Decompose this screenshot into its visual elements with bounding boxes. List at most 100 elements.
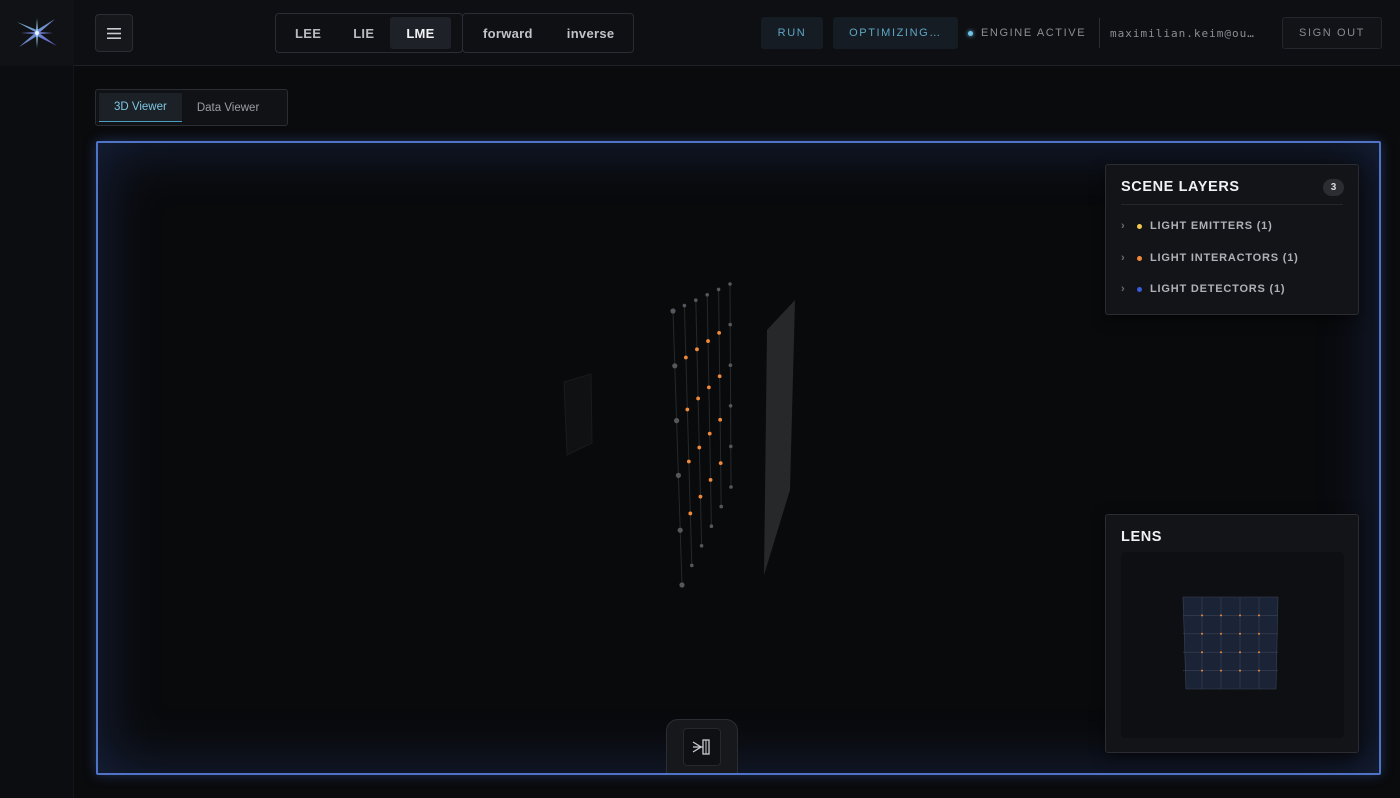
beam-splitter-icon (692, 739, 710, 755)
interactor-point[interactable] (718, 417, 723, 422)
lens-interactor-point (1201, 614, 1203, 617)
grid-anchor-point[interactable] (709, 524, 714, 528)
lens-interactor-point (1220, 614, 1222, 617)
interactor-point[interactable] (706, 339, 710, 343)
interactor-point[interactable] (695, 347, 699, 352)
app-logo[interactable] (0, 0, 74, 66)
grid-line (706, 294, 712, 527)
lens-interactor-point (1239, 651, 1241, 654)
grid-anchor-point[interactable] (672, 363, 678, 369)
interactor-point[interactable] (683, 355, 688, 360)
grid-line (729, 283, 732, 488)
lens-interactor-point (1220, 632, 1222, 635)
header-divider (1099, 18, 1100, 48)
mode-tab-lme[interactable]: LME (390, 17, 451, 49)
direction-tab-forward[interactable]: forward (466, 17, 550, 49)
interactor-point[interactable] (717, 330, 722, 335)
layer-label: LIGHT EMITTERS (1) (1150, 220, 1273, 232)
lens-grid-preview (1182, 596, 1279, 690)
interactor-point[interactable] (707, 431, 712, 436)
lens-interactor-point (1239, 669, 1241, 672)
light-detector-plane[interactable] (764, 300, 795, 575)
lens-title: LENS (1121, 529, 1163, 545)
lens-grid-surface (1182, 596, 1279, 690)
grid-anchor-point[interactable] (677, 527, 683, 533)
lens-interactor-point (1220, 669, 1222, 672)
chevron-right-icon: › (1121, 220, 1126, 232)
left-rail (0, 0, 74, 798)
layer-label: LIGHT DETECTORS (1) (1150, 283, 1286, 295)
interactor-dot-icon (1137, 255, 1142, 261)
interactor-point[interactable] (685, 407, 690, 412)
panel-divider (1121, 204, 1343, 205)
grid-anchor-point[interactable] (728, 363, 733, 367)
mode-selector: LEE LIE LME (275, 13, 463, 53)
interactor-point[interactable] (706, 385, 711, 390)
grid-anchor-point[interactable] (719, 504, 723, 509)
grid-anchor-point[interactable] (682, 303, 687, 308)
interactor-point[interactable] (717, 374, 722, 379)
mode-tab-lee[interactable]: LEE (279, 17, 337, 49)
run-button[interactable]: RUN (761, 17, 823, 49)
light-interactor-grid[interactable] (670, 282, 733, 588)
chevron-right-icon: › (1121, 252, 1126, 264)
grid-anchor-point[interactable] (729, 485, 733, 489)
grid-anchor-point[interactable] (670, 308, 676, 314)
lens-interactor-point (1201, 632, 1203, 635)
layer-item-interactors[interactable]: › LIGHT INTERACTORS (1) (1121, 248, 1299, 268)
scene-layers-title: SCENE LAYERS (1121, 179, 1240, 195)
grid-line (718, 289, 722, 507)
top-bar: LEE LIE LME forward inverse RUN OPTIMIZI… (74, 0, 1400, 66)
grid-anchor-point[interactable] (716, 287, 721, 292)
lens-interactor-point (1239, 614, 1241, 617)
grid-line (683, 305, 693, 566)
interactor-point[interactable] (698, 494, 703, 499)
interactor-point[interactable] (708, 478, 713, 482)
grid-anchor-point[interactable] (690, 563, 694, 568)
layer-label: LIGHT INTERACTORS (1) (1150, 252, 1299, 264)
lens-preview[interactable] (1121, 552, 1344, 738)
optimizing-button[interactable]: OPTIMIZING… (833, 17, 958, 49)
grid-line (695, 300, 703, 546)
lens-interactor-point (1220, 651, 1222, 654)
lens-interactor-point (1258, 632, 1260, 635)
3d-viewport[interactable]: SCENE LAYERS 3 › LIGHT EMITTERS (1) › LI… (96, 141, 1381, 775)
tool-dock (666, 719, 738, 773)
layer-item-emitters[interactable]: › LIGHT EMITTERS (1) (1121, 216, 1273, 236)
grid-anchor-point[interactable] (699, 544, 704, 548)
grid-anchor-point[interactable] (729, 444, 733, 449)
interactor-point[interactable] (696, 396, 701, 401)
tab-data-viewer[interactable]: Data Viewer (182, 93, 274, 122)
interactor-point[interactable] (697, 445, 702, 450)
tab-3d-viewer[interactable]: 3D Viewer (99, 93, 182, 122)
direction-tab-inverse[interactable]: inverse (550, 17, 632, 49)
grid-anchor-point[interactable] (694, 298, 698, 302)
interactor-point[interactable] (718, 461, 723, 466)
lens-interactor-point (1201, 669, 1203, 672)
lens-interactor-point (1201, 651, 1203, 654)
grid-anchor-point[interactable] (728, 322, 732, 327)
grid-anchor-point[interactable] (705, 293, 709, 297)
engine-status: ENGINE ACTIVE (968, 17, 1090, 49)
sign-out-button[interactable]: SIGN OUT (1282, 17, 1382, 49)
grid-anchor-point[interactable] (679, 582, 685, 588)
starburst-logo-icon (17, 18, 57, 48)
beam-splitter-tool-button[interactable] (683, 728, 721, 766)
engine-status-label: ENGINE ACTIVE (981, 27, 1087, 39)
grid-anchor-point[interactable] (674, 418, 680, 424)
view-tabs: 3D Viewer Data Viewer (95, 89, 288, 126)
lens-panel: LENS (1105, 514, 1359, 753)
interactor-point[interactable] (686, 459, 691, 464)
grid-anchor-point[interactable] (728, 282, 732, 286)
mode-tab-lie[interactable]: LIE (337, 17, 390, 49)
light-emitter-panel[interactable] (563, 373, 593, 456)
grid-anchor-point[interactable] (728, 404, 733, 408)
hamburger-menu-icon (107, 27, 121, 39)
chevron-right-icon: › (1121, 283, 1126, 295)
grid-anchor-point[interactable] (675, 472, 682, 478)
interactor-point[interactable] (688, 511, 693, 516)
lens-interactor-point (1258, 651, 1260, 654)
menu-button[interactable] (95, 14, 133, 52)
layer-item-detectors[interactable]: › LIGHT DETECTORS (1) (1121, 279, 1285, 299)
status-dot-icon (968, 30, 973, 36)
